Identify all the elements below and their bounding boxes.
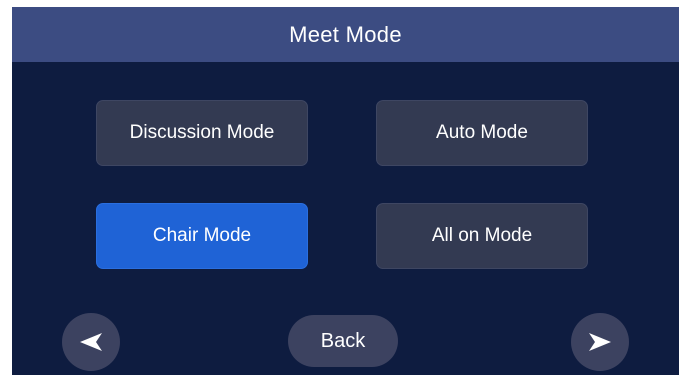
all-on-mode-label: All on Mode xyxy=(431,225,533,246)
next-page-button[interactable] xyxy=(571,313,629,371)
back-button[interactable]: Back xyxy=(288,315,398,367)
meet-mode-screen: Meet Mode Discussion Mode Auto Mode Chai… xyxy=(12,7,679,375)
discussion-mode-label: Discussion Mode xyxy=(129,122,275,143)
title-bar: Meet Mode xyxy=(12,7,679,62)
arrow-right-icon xyxy=(589,333,611,351)
page-title: Meet Mode xyxy=(289,21,402,47)
chair-mode-label: Chair Mode xyxy=(152,225,252,246)
auto-mode-button[interactable]: Auto Mode xyxy=(376,100,588,166)
all-on-mode-button[interactable]: All on Mode xyxy=(376,203,588,269)
discussion-mode-button[interactable]: Discussion Mode xyxy=(96,100,308,166)
back-button-label: Back xyxy=(320,329,366,352)
arrow-left-icon xyxy=(80,333,102,351)
auto-mode-label: Auto Mode xyxy=(436,122,528,143)
previous-page-button[interactable] xyxy=(62,313,120,371)
chair-mode-button[interactable]: Chair Mode xyxy=(96,203,308,269)
